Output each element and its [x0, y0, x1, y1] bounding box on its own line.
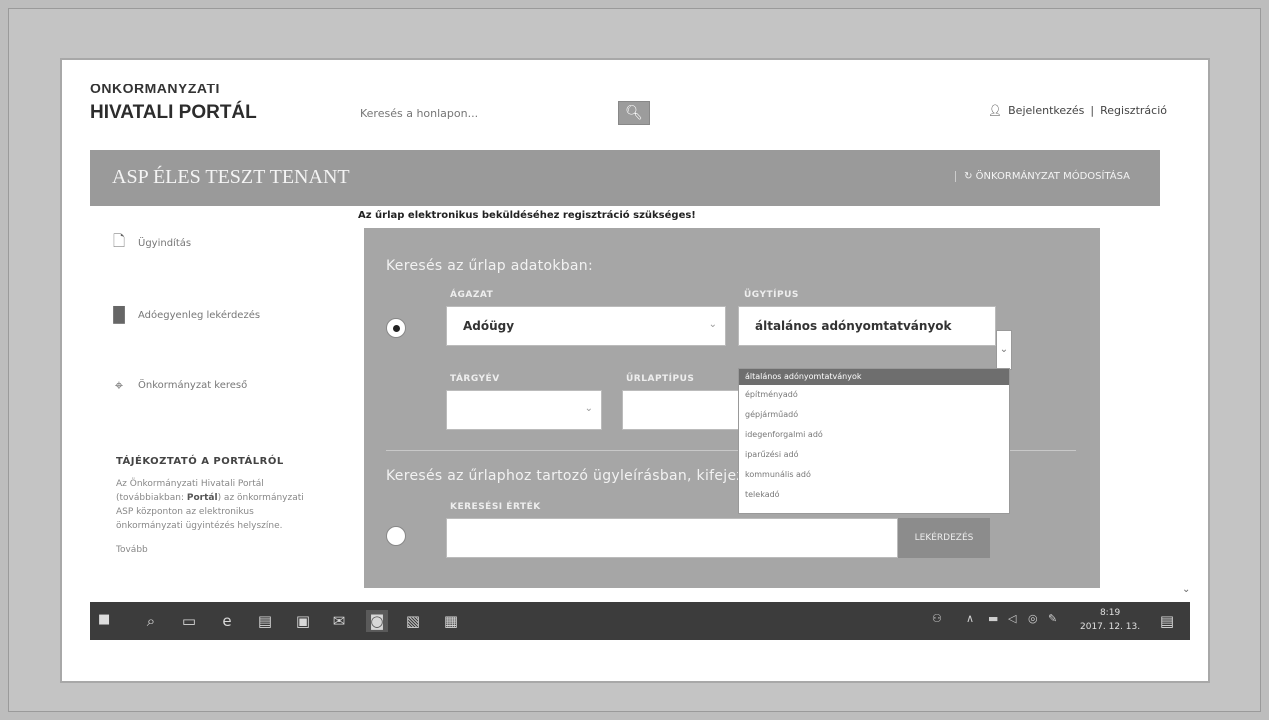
chevron-down-icon: ⌄: [708, 319, 717, 330]
sidebar-item-label: Önkormányzat kereső: [138, 379, 248, 391]
mail-icon[interactable]: ✉: [328, 610, 350, 632]
portal-logo[interactable]: ÖNKORMÁNYZATI HIVATALI PORTÁL: [90, 84, 350, 124]
radio-form-data-search[interactable]: [386, 318, 406, 338]
tenant-bar: ASP ÉLES TESZT TENANT ↻ ÖNKORMÁNYZAT MÓD…: [90, 150, 1160, 206]
chevron-down-icon: ⌄: [999, 344, 1009, 355]
query-button[interactable]: LEKÉRDEZÉS: [898, 518, 990, 558]
info-text: Az Önkormányzati Hivatali Portál (tovább…: [116, 477, 306, 533]
info-text-bold: Portál: [186, 493, 218, 503]
volume-icon[interactable]: ◁: [1008, 612, 1016, 625]
ugytipus-dropdown-toggle[interactable]: ⌄: [996, 330, 1012, 370]
clock-date: 2017. 12. 13.: [1080, 622, 1141, 632]
search-icon: 🔍︎: [625, 105, 643, 121]
ugytipus-select[interactable]: általános adónyomtatványok: [738, 306, 996, 346]
edge-browser-icon[interactable]: e: [216, 610, 238, 632]
sidebar-item-label: Ügyindítás: [138, 237, 192, 249]
keresesi-ertek-label: KERESÉSI ÉRTÉK: [450, 502, 541, 512]
dropdown-option[interactable]: idegenforgalmi adó: [739, 425, 1009, 445]
user-icon: 👤︎: [988, 104, 1003, 117]
registration-notice: Az űrlap elektronikus beküldéséhez regis…: [358, 210, 696, 221]
network-icon[interactable]: ◎: [1028, 612, 1038, 625]
register-link[interactable]: Regisztráció: [1100, 104, 1167, 117]
ugytipus-value: általános adónyomtatványok: [755, 319, 952, 333]
urlaptipus-select[interactable]: [622, 390, 750, 430]
outlook-icon[interactable]: ◙: [366, 610, 388, 632]
login-link[interactable]: Bejelentkezés: [1008, 104, 1084, 117]
sidebar-item-adoegyenleg[interactable]: ▐▌ Adóegyenleg lekérdezés: [107, 306, 261, 324]
search-icon[interactable]: ⌕: [140, 610, 162, 632]
chevron-up-icon[interactable]: ∧: [966, 612, 974, 625]
dropdown-option[interactable]: általános adónyomtatványok: [739, 369, 1009, 385]
refresh-icon: ↻: [964, 171, 973, 182]
targyev-select[interactable]: ⌄: [446, 390, 602, 430]
bar-chart-icon: ▐▌: [107, 306, 131, 324]
change-municipality-label: ÖNKORMÁNYZAT MÓDOSÍTÁSA: [975, 171, 1130, 182]
excel-icon[interactable]: ▦: [440, 610, 462, 632]
dropdown-option[interactable]: gépjárműadó: [739, 405, 1009, 425]
monitor-screen: ÖNKORMÁNYZATI HIVATALI PORTÁL 🔍︎ 👤︎ Bejel…: [60, 58, 1210, 683]
battery-icon[interactable]: ▬: [988, 612, 998, 625]
task-view-icon[interactable]: ▭: [178, 610, 200, 632]
targyev-label: TÁRGYÉV: [450, 374, 500, 384]
site-search: 🔍︎: [360, 100, 650, 126]
radio-description-search[interactable]: [386, 526, 406, 546]
change-municipality-button[interactable]: ↻ ÖNKORMÁNYZAT MÓDOSÍTÁSA: [955, 171, 1130, 182]
keresesi-ertek-input[interactable]: [446, 518, 898, 558]
powerpoint-icon[interactable]: ▧: [402, 610, 424, 632]
pen-icon[interactable]: ✎: [1048, 612, 1057, 625]
dropdown-option[interactable]: telekadó: [739, 485, 1009, 505]
brand-line-2: HIVATALI PORTÁL: [90, 102, 257, 123]
more-link[interactable]: Tovább: [116, 545, 306, 555]
clock-time: 8:19: [1099, 608, 1121, 618]
people-icon[interactable]: ⚇: [932, 612, 942, 625]
sidebar-item-onkormanyzat-kereso[interactable]: ⌖ Önkormányzat kereső: [110, 376, 248, 394]
description-search-title: Keresés az űrlaphoz tartozó ügyleírásban…: [386, 468, 746, 484]
file-explorer-icon[interactable]: ▤: [254, 610, 276, 632]
auth-separator: |: [1090, 104, 1095, 117]
dropdown-option[interactable]: kommunális adó: [739, 465, 1009, 485]
document-search-icon: 🗋: [112, 231, 126, 250]
agazat-select[interactable]: Adóügy ⌄: [446, 306, 726, 346]
ugytipus-label: ÜGYTÍPUS: [744, 290, 799, 300]
chevron-down-icon: ⌄: [584, 403, 593, 414]
store-icon[interactable]: ▣: [292, 610, 314, 632]
taskbar-clock[interactable]: 8:19 2017. 12. 13.: [1080, 606, 1140, 634]
scroll-down-icon[interactable]: ⌄: [1182, 584, 1190, 595]
map-pin-icon: ⌖: [114, 376, 124, 394]
agazat-label: ÁGAZAT: [450, 290, 494, 300]
sidebar-item-ugyinditas[interactable]: 🗋 Ügyindítás: [110, 231, 192, 252]
brand-line-1: ÖNKORMÁNYZATI: [90, 84, 220, 96]
info-heading: TÁJÉKOZTATÓ A PORTÁLRÓL: [116, 456, 284, 467]
search-input[interactable]: [360, 100, 610, 126]
notification-icon[interactable]: ▤: [1156, 610, 1178, 632]
ugytipus-dropdown-list: általános adónyomtatványok építményadó g…: [738, 368, 1010, 514]
panel-title: Keresés az űrlap adatokban:: [386, 258, 593, 274]
browser-page: ÖNKORMÁNYZATI HIVATALI PORTÁL 🔍︎ 👤︎ Bejel…: [90, 84, 1190, 604]
windows-start-icon[interactable]: ■: [98, 612, 114, 628]
urlaptipus-label: ŰRLAPTÍPUS: [626, 374, 695, 384]
dropdown-option[interactable]: építményadó: [739, 385, 1009, 405]
windows-taskbar: ■ ⌕ ▭ e ▤ ▣ ✉ ◙ ▧ ▦ ⚇ ∧ ▬ ◁ ◎ ✎ 8:19 201…: [90, 602, 1190, 640]
sidebar-item-label: Adóegyenleg lekérdezés: [138, 309, 261, 321]
portal-info: TÁJÉKOZTATÓ A PORTÁLRÓL Az Önkormányzati…: [116, 456, 306, 555]
agazat-value: Adóügy: [463, 319, 515, 333]
auth-links: 👤︎ Bejelentkezés | Regisztráció: [985, 104, 1170, 117]
dropdown-option[interactable]: iparűzési adó: [739, 445, 1009, 465]
tenant-title: ASP ÉLES TESZT TENANT: [112, 166, 350, 188]
search-button[interactable]: 🔍︎: [618, 101, 650, 125]
